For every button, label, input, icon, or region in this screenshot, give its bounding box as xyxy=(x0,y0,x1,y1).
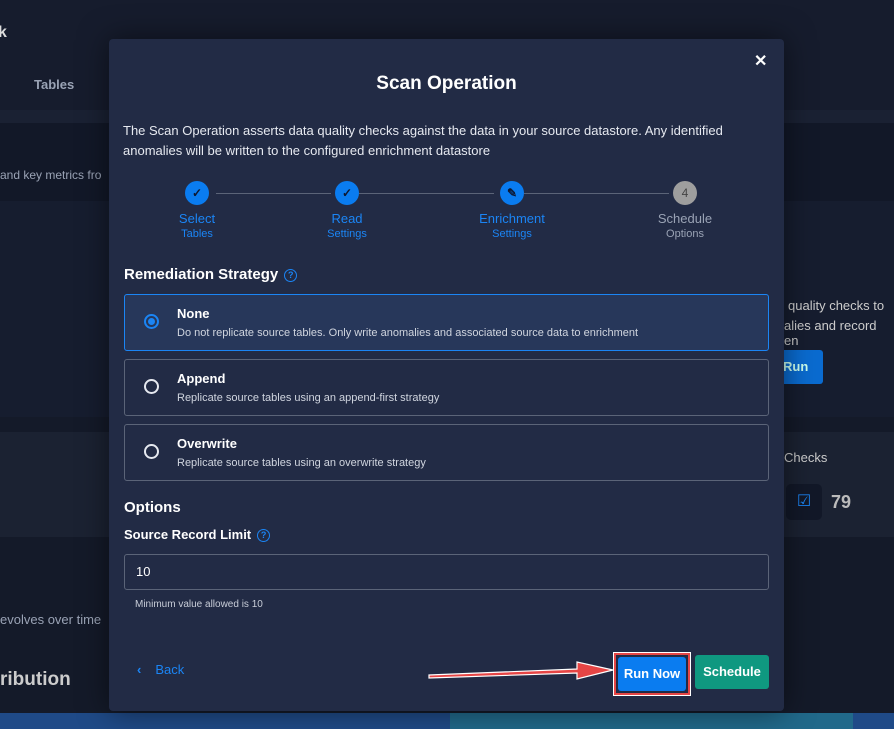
option-title: Append xyxy=(177,371,226,386)
step-sublabel: Settings xyxy=(327,228,367,240)
back-label: Back xyxy=(155,662,185,677)
annotation-arrow xyxy=(428,661,614,680)
option-title: None xyxy=(177,306,210,321)
source-record-limit-input[interactable]: 10 xyxy=(124,554,769,590)
checks-count: 79 xyxy=(831,492,852,512)
step-sublabel: Options xyxy=(666,228,704,240)
option-desc: Replicate source tables using an append-… xyxy=(177,392,440,404)
radio-append[interactable] xyxy=(144,379,159,394)
step-sublabel: Tables xyxy=(181,228,213,240)
step-label: Read xyxy=(331,211,363,226)
check-icon: ✓ xyxy=(185,181,209,205)
step-label: Select xyxy=(178,211,216,226)
label-text: Source Record Limit xyxy=(124,527,252,542)
radio-none[interactable] xyxy=(144,314,159,329)
step-label: Schedule xyxy=(657,211,713,226)
options-heading: Options xyxy=(124,499,181,516)
step-label: Enrichment xyxy=(479,211,545,226)
bg-text: and key metrics fro xyxy=(0,168,102,182)
option-overwrite[interactable]: Overwrite Replicate source tables using a… xyxy=(124,424,769,481)
bg-bottom-bar-segment xyxy=(450,713,853,729)
help-icon[interactable]: ? xyxy=(284,269,298,282)
remediation-heading-text: Remediation Strategy xyxy=(124,266,279,283)
input-hint: Minimum value allowed is 10 xyxy=(135,599,263,610)
bg-text: quality checks to xyxy=(788,298,885,313)
option-none[interactable]: None Do not replicate source tables. Only… xyxy=(124,294,769,351)
step-select-tables[interactable]: ✓ Select Tables xyxy=(137,181,257,240)
scan-operation-modal: ✕ Scan Operation The Scan Operation asse… xyxy=(109,39,784,711)
step-enrichment-settings[interactable]: ✎ Enrichment Settings xyxy=(452,181,572,240)
modal-description: The Scan Operation asserts data quality … xyxy=(123,123,723,158)
bg-heading: ribution xyxy=(0,669,71,690)
remediation-heading: Remediation Strategy? xyxy=(124,266,298,283)
check-icon: ✓ xyxy=(335,181,359,205)
chevron-left-icon: ‹ xyxy=(137,662,142,677)
pencil-icon: ✎ xyxy=(500,181,524,205)
step-number: 4 xyxy=(673,181,697,205)
help-icon[interactable]: ? xyxy=(257,529,271,542)
radio-overwrite[interactable] xyxy=(144,444,159,459)
checks-icon: ☑ xyxy=(786,484,822,520)
bg-corner-text: k xyxy=(0,24,7,41)
bg-text: evolves over time xyxy=(0,612,102,627)
back-button[interactable]: ‹ Back xyxy=(137,662,184,677)
schedule-button[interactable]: Schedule xyxy=(695,655,769,689)
step-sublabel: Settings xyxy=(492,228,532,240)
option-desc: Do not replicate source tables. Only wri… xyxy=(177,327,639,339)
run-now-button[interactable]: Run Now xyxy=(618,657,686,691)
option-append[interactable]: Append Replicate source tables using an a… xyxy=(124,359,769,416)
checks-label: Checks xyxy=(784,450,828,465)
option-desc: Replicate source tables using an overwri… xyxy=(177,457,426,469)
step-read-settings[interactable]: ✓ Read Settings xyxy=(287,181,407,240)
step-schedule-options[interactable]: 4 Schedule Options xyxy=(625,181,745,240)
close-icon[interactable]: ✕ xyxy=(754,51,767,71)
source-record-limit-label: Source Record Limit? xyxy=(124,527,271,542)
option-title: Overwrite xyxy=(177,436,237,451)
modal-title: Scan Operation xyxy=(376,73,517,94)
tab-tables[interactable]: Tables xyxy=(34,77,74,92)
bg-text: alies and record en xyxy=(784,318,877,348)
